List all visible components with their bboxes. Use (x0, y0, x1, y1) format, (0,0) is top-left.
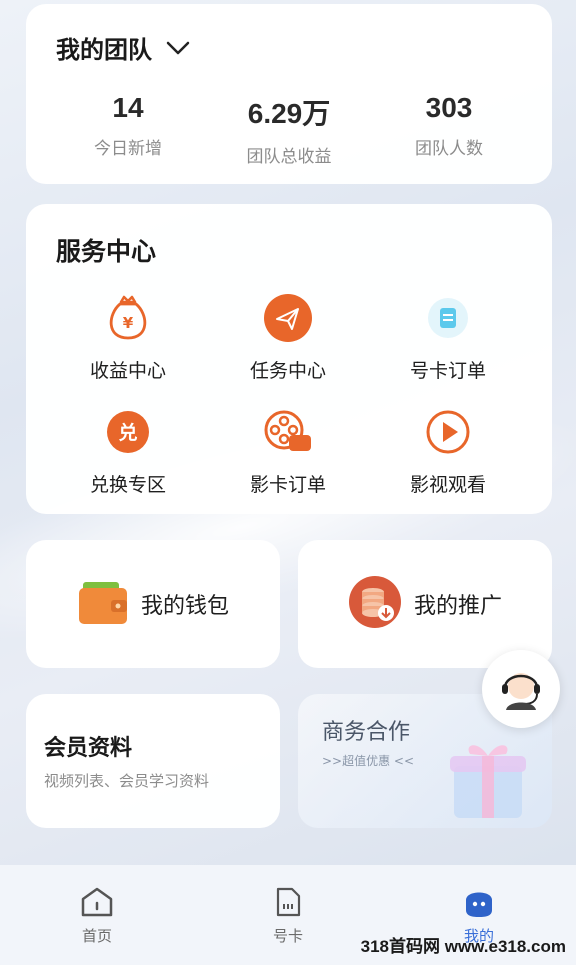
stat-team-members: 303 团队人数 (374, 92, 524, 159)
sim-card-icon (422, 292, 474, 344)
stat-label: 今日新增 (94, 139, 162, 159)
stat-value: 14 (112, 92, 144, 123)
tab-label: 首页 (81, 927, 112, 945)
home-icon (52, 885, 142, 919)
member-resources-card[interactable]: 会员资料 视频列表、会员学习资料 (26, 694, 280, 828)
paper-plane-icon (262, 292, 314, 344)
business-title: 商务合作 (322, 720, 411, 745)
service-item-film-card-orders[interactable]: 影卡订单 (208, 406, 368, 497)
wallet-label: 我的钱包 (140, 594, 229, 619)
team-dropdown[interactable]: 我的团队 (56, 30, 190, 65)
stat-value: 303 (425, 92, 473, 123)
service-center-card: 服务中心 ¥ 收益中心 任务中心 号卡订单 兑 兑换专区 影卡订单 影视观看 (26, 204, 552, 514)
promote-label: 我的推广 (413, 594, 502, 619)
service-item-exchange[interactable]: 兑 兑换专区 (48, 406, 208, 497)
profile-icon (434, 885, 524, 919)
my-promotion-card[interactable]: 我的推广 (298, 540, 552, 668)
team-title: 我的团队 (56, 36, 152, 64)
stat-team-earnings: 6.29万 团队总收益 (214, 92, 364, 167)
service-item-label: 兑换专区 (89, 474, 166, 496)
member-subtitle: 视频列表、会员学习资料 (44, 772, 210, 790)
service-item-earnings[interactable]: ¥ 收益中心 (48, 292, 208, 383)
service-title: 服务中心 (56, 237, 157, 266)
my-wallet-card[interactable]: 我的钱包 (26, 540, 280, 668)
member-title: 会员资料 (44, 736, 133, 761)
stat-value: 6.29万 (247, 98, 331, 129)
svg-text:¥: ¥ (123, 314, 134, 332)
money-bag-icon: ¥ (102, 292, 154, 344)
coins-icon (348, 575, 402, 633)
exchange-icon: 兑 (102, 406, 154, 458)
my-team-card: 我的团队 14 今日新增 6.29万 团队总收益 303 团队人数 (26, 4, 552, 184)
chevron-down-icon (166, 41, 190, 55)
service-item-label: 收益中心 (89, 360, 166, 382)
service-item-tasks[interactable]: 任务中心 (208, 292, 368, 383)
service-item-label: 号卡订单 (409, 360, 486, 382)
tab-label: 号卡 (272, 927, 303, 945)
service-item-label: 影卡订单 (249, 474, 326, 496)
stat-label: 团队人数 (415, 139, 483, 159)
stat-today-new: 14 今日新增 (53, 92, 203, 159)
sim-card-icon (243, 885, 333, 919)
wallet-icon (77, 578, 129, 630)
film-reel-icon (262, 406, 314, 458)
service-item-label: 任务中心 (249, 360, 326, 382)
tab-sim-card[interactable]: 号卡 (243, 885, 333, 946)
service-item-watch-videos[interactable]: 影视观看 (368, 406, 528, 497)
play-icon (422, 406, 474, 458)
svg-text:兑: 兑 (118, 421, 137, 444)
customer-service-button[interactable] (482, 650, 560, 728)
customer-service-icon (494, 660, 548, 718)
gift-box-icon (448, 736, 528, 826)
stat-label: 团队总收益 (246, 147, 332, 167)
business-subtitle: >>超值优惠 << (322, 754, 415, 768)
tab-home[interactable]: 首页 (52, 885, 142, 946)
service-item-label: 影视观看 (409, 474, 486, 496)
service-item-sim-orders[interactable]: 号卡订单 (368, 292, 528, 383)
watermark-text: 318首码网 www.e318.com (360, 937, 566, 956)
